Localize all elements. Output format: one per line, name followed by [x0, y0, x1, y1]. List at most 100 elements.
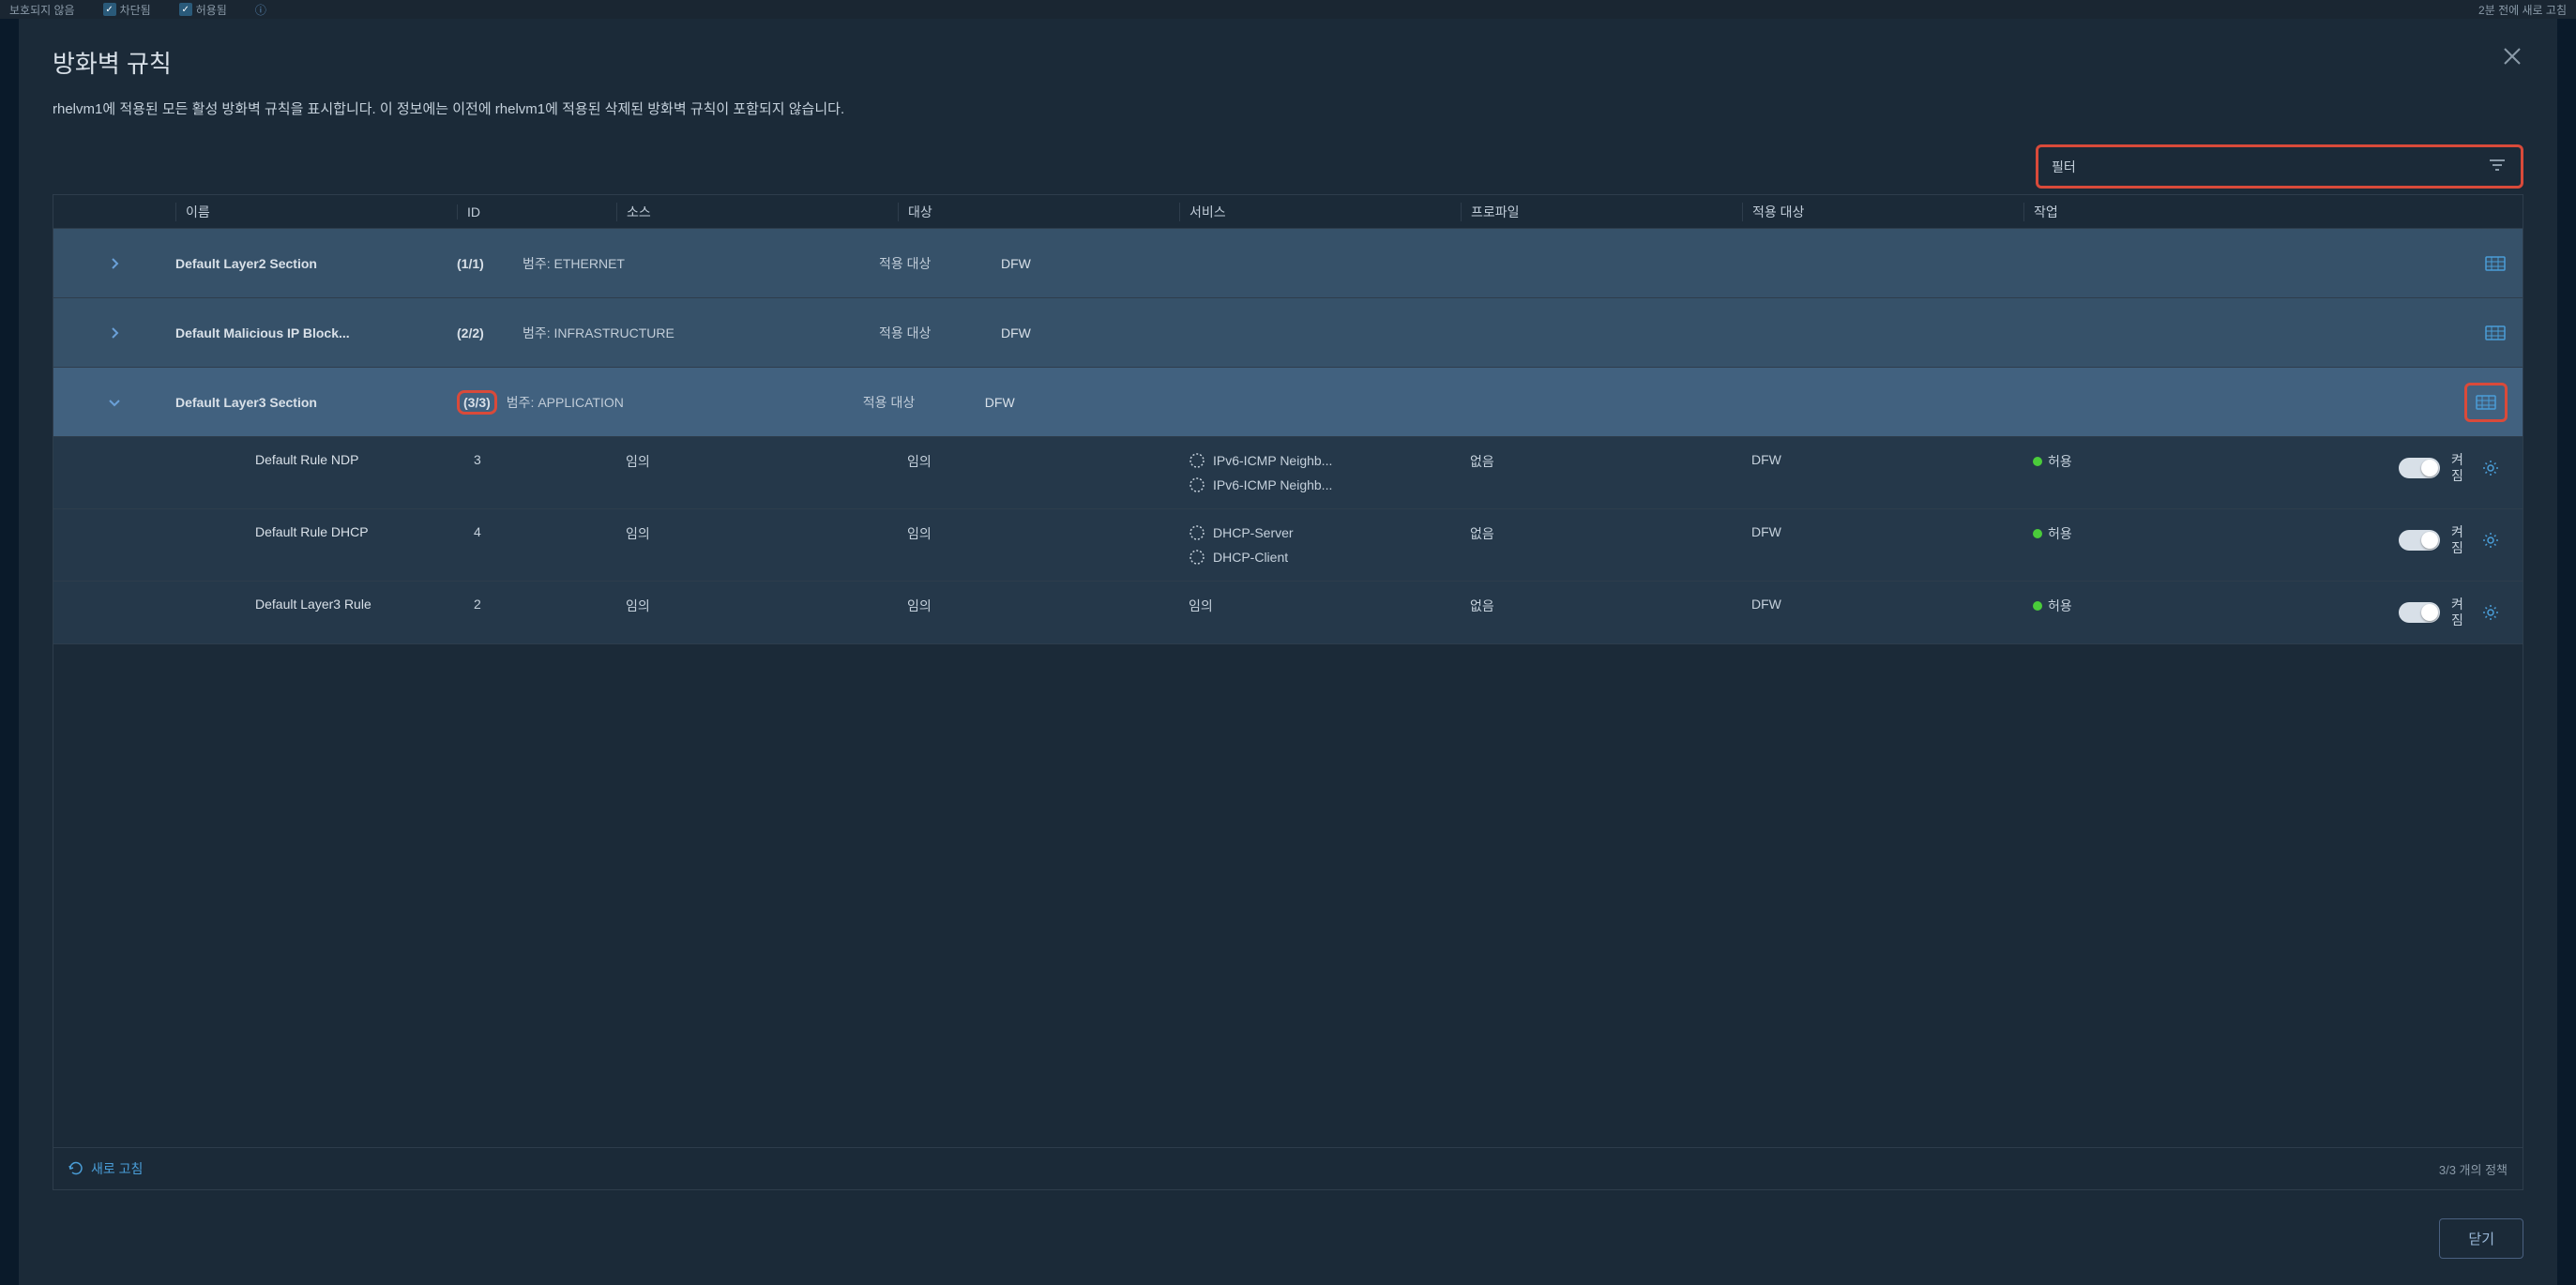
service-label: IPv6-ICMP Neighb...	[1213, 453, 1332, 468]
section-applied-value: DFW	[985, 395, 2464, 410]
toggle-label: 켜짐	[2451, 452, 2470, 484]
close-button[interactable]: 닫기	[2439, 1218, 2523, 1259]
section-name: Default Layer3 Section	[175, 395, 457, 410]
section-applied-value: DFW	[1001, 325, 2483, 340]
section-scope: 범주: INFRASTRUCTURE	[523, 324, 879, 342]
rule-action: 허용	[2023, 524, 2305, 543]
rule-toggle[interactable]	[2399, 530, 2440, 551]
section-row[interactable]: Default Layer2 Section(1/1)범주: ETHERNET적…	[53, 229, 2523, 298]
dialog-title: 방화벽 규칙	[53, 45, 172, 80]
table-header: 이름 ID 소스 대상 서비스 프로파일 적용 대상 작업	[53, 195, 2523, 229]
service-label: DHCP-Client	[1213, 550, 1288, 565]
rules-table: 이름 ID 소스 대상 서비스 프로파일 적용 대상 작업 Default La…	[53, 194, 2523, 1190]
blocked-checkbox[interactable]: ✓ 차단됨	[103, 2, 151, 18]
expand-toggle[interactable]	[53, 325, 175, 340]
rule-service: DHCP-Server DHCP-Client	[1179, 524, 1461, 566]
header-id: ID	[457, 204, 616, 219]
section-scope: 범주: ETHERNET	[523, 254, 879, 273]
dialog-description: rhelvm1에 적용된 모든 활성 방화벽 규칙을 표시합니다. 이 정보에는…	[53, 98, 2523, 118]
filter-icon	[2487, 155, 2508, 178]
service-icon	[1189, 452, 1205, 469]
header-action: 작업	[2023, 203, 2305, 221]
service-item: DHCP-Server	[1189, 524, 1461, 541]
rule-applied: DFW	[1742, 597, 2023, 612]
rule-name: Default Rule NDP	[175, 452, 457, 467]
service-icon	[1189, 524, 1205, 541]
rule-action: 허용	[2023, 452, 2305, 471]
rule-toggle[interactable]	[2399, 602, 2440, 623]
rule-profile: 없음	[1461, 597, 1742, 615]
table-footer: 새로 고침 3/3 개의 정책	[53, 1147, 2523, 1189]
service-icon	[1189, 549, 1205, 566]
rule-service: IPv6-ICMP Neighb...IPv6-ICMP Neighb...	[1179, 452, 1461, 493]
header-dest: 대상	[898, 203, 1179, 221]
grid-view-icon[interactable]	[2464, 383, 2508, 422]
rule-profile: 없음	[1461, 452, 1742, 471]
rule-row: Default Rule NDP3임의임의IPv6-ICMP Neighb...…	[53, 437, 2523, 509]
toggle-label: 켜짐	[2451, 524, 2470, 556]
expand-toggle[interactable]	[53, 256, 175, 271]
expand-toggle[interactable]	[53, 395, 175, 410]
refresh-button[interactable]: 새로 고침	[68, 1159, 143, 1178]
rule-dest: 임의	[898, 524, 1179, 543]
rule-profile: 없음	[1461, 524, 1742, 543]
gear-icon[interactable]	[2481, 459, 2500, 477]
section-applied-label: 적용 대상	[879, 254, 1001, 273]
service-label: DHCP-Server	[1213, 525, 1294, 540]
header-source: 소스	[616, 203, 898, 221]
section-row[interactable]: Default Layer3 Section(3/3) 범주: APPLICATI…	[53, 368, 2523, 437]
service-item: IPv6-ICMP Neighb...	[1189, 452, 1461, 469]
refresh-time: 2분 전에 새로 고침	[2478, 2, 2567, 17]
header-applied: 적용 대상	[1742, 203, 2023, 221]
rule-id: 4	[457, 524, 616, 539]
chevron-down-icon	[107, 395, 122, 410]
allowed-checkbox[interactable]: ✓ 허용됨	[179, 2, 227, 18]
section-row[interactable]: Default Malicious IP Block...(2/2)범주: IN…	[53, 298, 2523, 368]
section-count: (2/2)	[457, 325, 523, 340]
table-body: Default Layer2 Section(1/1)범주: ETHERNET적…	[53, 229, 2523, 1147]
gear-icon[interactable]	[2481, 603, 2500, 622]
section-name: Default Layer2 Section	[175, 256, 457, 271]
service-icon	[1189, 476, 1205, 493]
rule-name: Default Layer3 Rule	[175, 597, 457, 612]
filter-input[interactable]: 필터	[2036, 144, 2523, 189]
status-dot	[2033, 601, 2042, 611]
chevron-right-icon	[107, 256, 122, 271]
section-name: Default Malicious IP Block...	[175, 325, 457, 340]
section-scope: 범주: APPLICATION	[507, 393, 863, 412]
grid-view-icon[interactable]	[2483, 253, 2508, 274]
rule-name: Default Rule DHCP	[175, 524, 457, 539]
section-applied-value: DFW	[1001, 256, 2483, 271]
gear-icon[interactable]	[2481, 531, 2500, 550]
rule-source: 임의	[616, 524, 898, 543]
rule-dest: 임의	[898, 452, 1179, 471]
background-toolbar: 보호되지 않음 ✓ 차단됨 ✓ 허용됨 ⓘ 2분 전에 새로 고침	[0, 0, 2576, 19]
firewall-rules-dialog: 방화벽 규칙 rhelvm1에 적용된 모든 활성 방화벽 규칙을 표시합니다.…	[19, 19, 2557, 1285]
rule-source: 임의	[616, 597, 898, 615]
status-dot	[2033, 529, 2042, 538]
filter-label: 필터	[2052, 158, 2076, 176]
rule-source: 임의	[616, 452, 898, 471]
rule-service: 임의	[1179, 597, 1461, 615]
rule-toggle[interactable]	[2399, 458, 2440, 478]
section-count: (1/1)	[457, 256, 523, 271]
header-service: 서비스	[1179, 203, 1461, 221]
status-dot	[2033, 457, 2042, 466]
toggle-label: 켜짐	[2451, 597, 2470, 628]
rule-row: Default Layer3 Rule2임의임의임의없음DFW허용켜짐	[53, 582, 2523, 644]
section-applied-label: 적용 대상	[863, 393, 985, 412]
service-item: DHCP-Client	[1189, 549, 1461, 566]
info-icon[interactable]: ⓘ	[255, 2, 266, 18]
header-name: 이름	[175, 203, 457, 221]
rule-applied: DFW	[1742, 524, 2023, 539]
refresh-label: 새로 고침	[91, 1159, 143, 1178]
rule-action: 허용	[2023, 597, 2305, 615]
rule-id: 2	[457, 597, 616, 612]
rule-dest: 임의	[898, 597, 1179, 615]
header-profile: 프로파일	[1461, 203, 1742, 221]
policy-count: 3/3 개의 정책	[2439, 1160, 2508, 1178]
grid-view-icon[interactable]	[2483, 323, 2508, 343]
section-count: (3/3)	[457, 390, 497, 415]
close-icon[interactable]	[2501, 45, 2523, 68]
rule-id: 3	[457, 452, 616, 467]
